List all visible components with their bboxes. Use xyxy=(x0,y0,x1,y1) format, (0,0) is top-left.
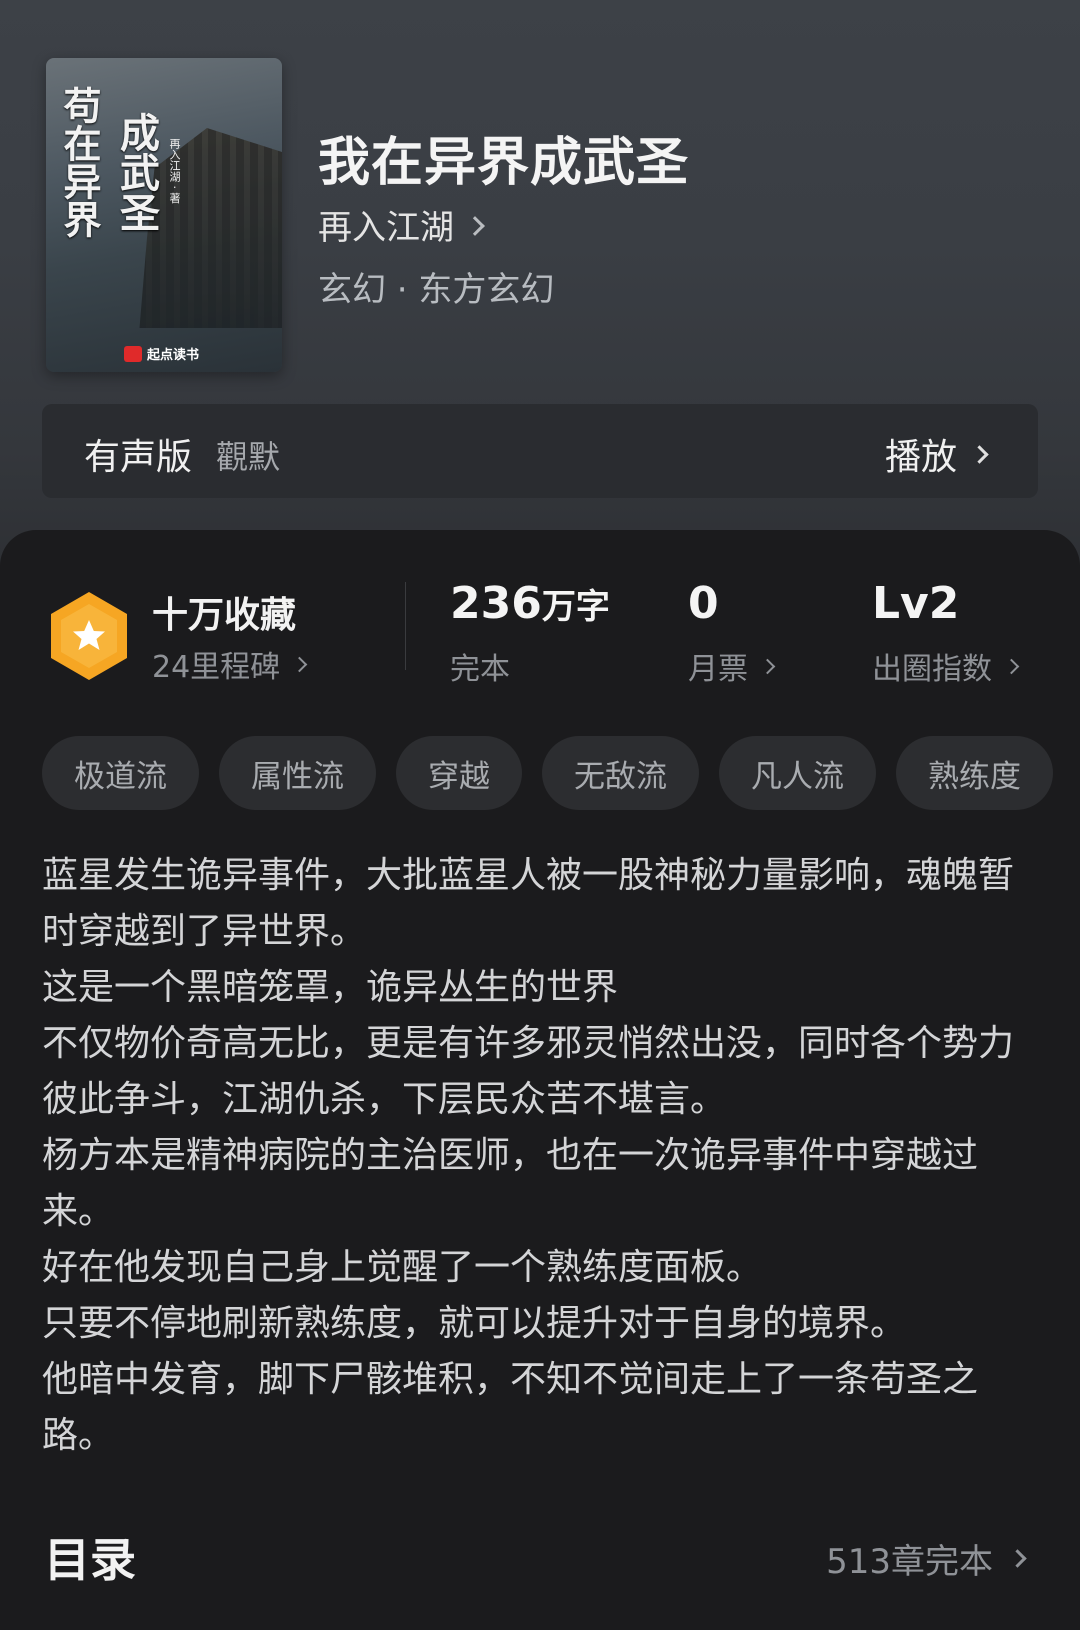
collect-title: 十万收藏 xyxy=(152,595,297,636)
chevron-right-icon xyxy=(759,658,776,674)
cover-title-line1: 苟在异界 xyxy=(57,86,102,238)
chapter-count: 513章完本 xyxy=(826,1542,993,1582)
monthly-ticket-link[interactable]: 月票 xyxy=(688,644,776,688)
audio-narrator: 觀默 xyxy=(216,438,281,476)
cover-brand: 起点读书 xyxy=(124,344,199,363)
chevron-right-icon xyxy=(291,656,308,672)
cover-author: 再入江湖 · 著 xyxy=(168,138,181,204)
completion-status-text: 完本 xyxy=(450,652,510,687)
toc-link[interactable]: 513章完本 xyxy=(826,1534,1027,1583)
word-count-value: 236 xyxy=(450,578,542,629)
audio-label: 有声版 xyxy=(84,437,193,478)
book-cover[interactable]: 苟在异界 成武圣 再入江湖 · 著 起点读书 xyxy=(46,58,282,372)
cover-brand-text: 起点读书 xyxy=(147,348,200,363)
chevron-right-icon xyxy=(1003,658,1020,674)
popularity-index-link[interactable]: 出圈指数 xyxy=(872,644,1020,688)
popularity-index-label: 出圈指数 xyxy=(872,652,992,687)
book-title: 我在异界成武圣 xyxy=(318,132,690,193)
tag-chip[interactable]: 属性流 xyxy=(219,736,376,810)
book-description: 蓝星发生诡异事件，大批蓝星人被一股神秘力量影响，魂魄暂时穿越到了异世界。 这是一… xyxy=(42,855,1015,1456)
tag-chip[interactable]: 无敌流 xyxy=(542,736,699,810)
milestone-text: 24里程碑 xyxy=(152,650,281,685)
stats-divider xyxy=(405,582,406,670)
milestone-link[interactable]: 24里程碑 xyxy=(152,642,308,686)
word-count-unit: 万字 xyxy=(541,587,610,627)
monthly-ticket-value: 0 xyxy=(688,578,719,629)
star-badge-icon xyxy=(48,590,130,682)
tag-list: 极道流 属性流 穿越 无敌流 凡人流 熟练度 xyxy=(42,736,1053,810)
chevron-right-icon xyxy=(465,215,485,236)
toc-title: 目录 xyxy=(44,1533,136,1587)
author-name: 再入江湖 xyxy=(318,208,454,248)
book-genre: 玄幻 · 东方玄幻 xyxy=(318,270,555,310)
tag-chip[interactable]: 穿越 xyxy=(396,736,522,810)
audio-version-bar[interactable]: 有声版 觀默 播放 xyxy=(42,404,1038,498)
cover-title-line2: 成武圣 xyxy=(113,112,160,232)
author-link[interactable]: 再入江湖 xyxy=(318,200,485,249)
level-value: Lv2 xyxy=(872,578,960,629)
play-label: 播放 xyxy=(884,437,957,478)
brand-logo-icon xyxy=(124,345,142,362)
tag-chip[interactable]: 熟练度 xyxy=(896,736,1053,810)
tag-chip[interactable]: 凡人流 xyxy=(719,736,876,810)
play-button[interactable]: 播放 xyxy=(884,428,989,480)
chevron-right-icon xyxy=(970,444,989,464)
completion-status: 完本 xyxy=(450,644,510,688)
word-count: 236万字 xyxy=(450,578,610,629)
monthly-ticket-label: 月票 xyxy=(688,652,748,687)
chevron-right-icon xyxy=(1008,1549,1027,1568)
tag-chip[interactable]: 极道流 xyxy=(42,736,199,810)
